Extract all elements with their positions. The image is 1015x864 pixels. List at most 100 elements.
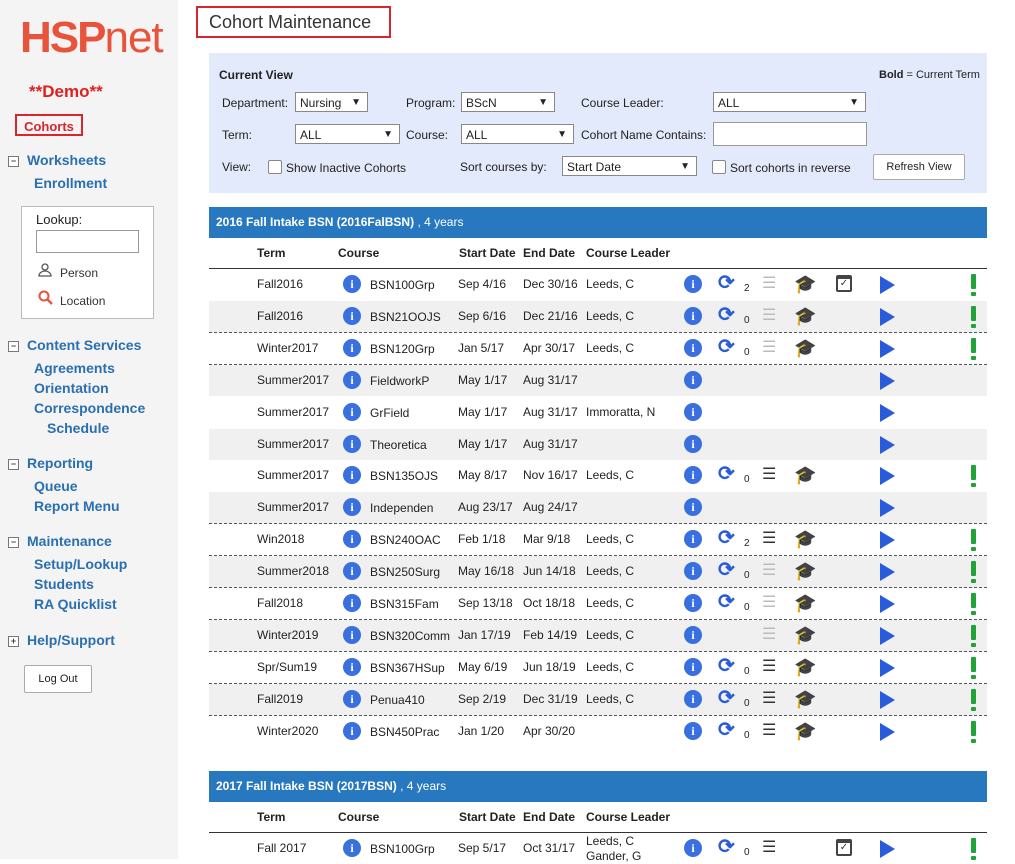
info-icon[interactable]: i <box>343 562 361 581</box>
lookup-person[interactable]: Person <box>38 263 98 280</box>
checkbox-icon[interactable] <box>712 160 726 174</box>
play-icon[interactable] <box>880 563 895 582</box>
sync-icon[interactable]: ⟳ <box>718 592 735 612</box>
play-icon[interactable] <box>880 307 895 326</box>
info-icon[interactable]: i <box>684 434 702 453</box>
alert-exclamation-icon[interactable] <box>971 465 976 488</box>
department-select[interactable]: Nursing ▼ <box>295 92 368 112</box>
list-icon[interactable]: ☰ <box>762 690 776 707</box>
alert-exclamation-icon[interactable] <box>971 656 976 679</box>
sync-icon[interactable]: ⟳ <box>718 688 735 708</box>
collapse-icon[interactable]: − <box>8 156 19 167</box>
play-icon[interactable] <box>880 626 895 645</box>
graduation-cap-icon[interactable]: 🎓 <box>794 307 816 325</box>
table-row[interactable]: Fall2016 i BSN21OOJS Sep 6/16 Dec 21/16 Leeds… <box>209 300 987 333</box>
info-icon[interactable]: i <box>343 338 361 357</box>
lookup-input[interactable] <box>36 230 139 253</box>
table-row[interactable]: Spr/Sum19 i BSN367HSup May 6/19 Jun 18/19 Lee… <box>209 652 987 684</box>
info-icon[interactable]: i <box>343 498 361 517</box>
collapse-icon[interactable]: − <box>8 341 19 352</box>
play-icon[interactable] <box>880 467 895 486</box>
alert-exclamation-icon[interactable] <box>971 305 976 328</box>
table-row[interactable]: Summer2017 i FieldworkP May 1/17 Aug 31/17 i <box>209 364 987 396</box>
list-icon[interactable]: ☰ <box>762 276 776 292</box>
collapse-icon[interactable]: − <box>8 459 19 470</box>
table-row[interactable]: Summer2017 i GrField May 1/17 Aug 31/17 Immor… <box>209 397 987 428</box>
info-icon[interactable]: i <box>684 594 702 612</box>
nav-orientation[interactable]: Orientation <box>34 380 109 396</box>
table-row[interactable]: Summer2017 i Independen Aug 23/17 Aug 24/17 i <box>209 492 987 525</box>
term-select[interactable]: ALL ▼ <box>295 124 400 144</box>
cohort-header[interactable]: 2017 Fall Intake BSN (2017BSN) , 4 years <box>209 771 987 802</box>
nav-correspondence[interactable]: Correspondence <box>34 400 145 416</box>
nav-ra-quicklist[interactable]: RA Quicklist <box>34 596 117 612</box>
info-icon[interactable]: i <box>684 562 702 581</box>
info-icon[interactable]: i <box>343 306 361 325</box>
table-row[interactable]: Fall2018 i BSN315Fam Sep 13/18 Oct 18/18 Leed… <box>209 588 987 620</box>
refresh-view-button[interactable]: Refresh View <box>873 154 965 180</box>
course-select[interactable]: ALL ▼ <box>461 124 574 144</box>
alert-exclamation-icon[interactable] <box>971 337 976 360</box>
info-icon[interactable]: i <box>684 275 702 293</box>
nav-enrollment[interactable]: Enrollment <box>34 175 107 191</box>
info-icon[interactable]: i <box>684 466 702 485</box>
info-icon[interactable]: i <box>684 657 702 676</box>
sort-reverse-checkbox[interactable]: Sort cohorts in reverse <box>712 160 851 175</box>
table-row[interactable]: Summer2018 i BSN250Surg May 16/18 Jun 14/18 L… <box>209 556 987 589</box>
info-icon[interactable]: i <box>343 530 361 549</box>
info-icon[interactable]: i <box>684 498 702 517</box>
info-icon[interactable]: i <box>684 370 702 389</box>
nav-maintenance[interactable]: − Maintenance <box>8 533 112 549</box>
table-row[interactable]: Win2018 i BSN240OAC Feb 1/18 Mar 9/18 Leeds, … <box>209 524 987 557</box>
hspnet-logo[interactable]: HSPnet <box>20 14 164 62</box>
info-icon[interactable]: i <box>343 466 361 485</box>
expand-icon[interactable]: + <box>8 636 19 647</box>
table-row[interactable]: Fall 2017 i BSN100Grp Sep 5/17 Oct 31/17 Leed… <box>209 833 987 864</box>
nav-setup-lookup[interactable]: Setup/Lookup <box>34 556 127 572</box>
alert-exclamation-icon[interactable] <box>971 593 976 615</box>
sync-icon[interactable]: ⟳ <box>718 837 735 857</box>
list-icon[interactable]: ☰ <box>762 467 776 483</box>
list-icon[interactable]: ☰ <box>762 307 776 324</box>
info-icon[interactable]: i <box>684 839 702 857</box>
graduation-cap-icon[interactable]: 🎓 <box>794 562 816 580</box>
info-icon[interactable]: i <box>343 689 361 708</box>
sort-select[interactable]: Start Date ▼ <box>562 156 697 176</box>
table-row[interactable]: Fall2019 i Penua410 Sep 2/19 Dec 31/19 Leeds,… <box>209 683 987 716</box>
table-row[interactable]: Winter2017 i BSN120Grp Jan 5/17 Apr 30/17 Lee… <box>209 333 987 365</box>
info-icon[interactable]: i <box>684 721 702 740</box>
course-leader-select[interactable]: ALL ▼ <box>713 92 866 112</box>
list-icon[interactable]: ☰ <box>762 563 776 579</box>
play-icon[interactable] <box>880 690 895 709</box>
list-icon[interactable]: ☰ <box>762 626 776 643</box>
nav-students[interactable]: Students <box>34 576 94 592</box>
graduation-cap-icon[interactable]: 🎓 <box>794 466 816 484</box>
table-row[interactable]: Winter2020 i BSN450Prac Jan 1/20 Apr 30/20 i ⟳… <box>209 716 987 747</box>
nav-report-menu[interactable]: Report Menu <box>34 498 120 514</box>
program-select[interactable]: BScN ▼ <box>461 92 555 112</box>
alert-exclamation-icon[interactable] <box>971 561 976 584</box>
play-icon[interactable] <box>880 403 895 422</box>
play-icon[interactable] <box>880 499 895 518</box>
info-icon[interactable]: i <box>684 338 702 357</box>
sync-icon[interactable]: ⟳ <box>718 273 735 293</box>
nav-schedule[interactable]: Schedule <box>47 420 109 436</box>
sync-icon[interactable]: ⟳ <box>718 528 735 548</box>
alert-exclamation-icon[interactable] <box>971 529 976 552</box>
alert-exclamation-icon[interactable] <box>971 688 976 711</box>
play-icon[interactable] <box>880 276 895 294</box>
nav-content-services[interactable]: − Content Services <box>8 337 141 353</box>
table-row[interactable]: Winter2019 i BSN320Comm Jan 17/19 Feb 14/19 L… <box>209 619 987 652</box>
info-icon[interactable]: i <box>343 839 361 857</box>
play-icon[interactable] <box>880 339 895 358</box>
info-icon[interactable]: i <box>343 625 361 644</box>
list-icon[interactable]: ☰ <box>762 722 776 739</box>
info-icon[interactable]: i <box>343 370 361 389</box>
info-icon[interactable]: i <box>343 721 361 740</box>
info-icon[interactable]: i <box>684 402 702 421</box>
graduation-cap-icon[interactable]: 🎓 <box>794 690 816 708</box>
collapse-icon[interactable]: − <box>8 537 19 548</box>
alert-exclamation-icon[interactable] <box>971 838 976 860</box>
nav-agreements[interactable]: Agreements <box>34 360 115 376</box>
logout-button[interactable]: Log Out <box>24 665 92 693</box>
